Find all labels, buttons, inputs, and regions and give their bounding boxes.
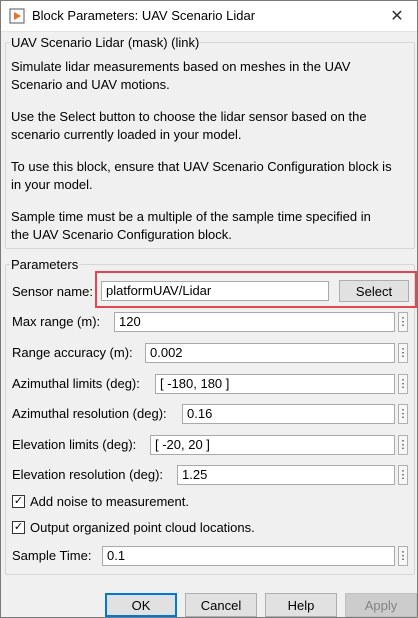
- elevation-resolution-field[interactable]: 1.25: [177, 465, 395, 485]
- sample-time-more-icon[interactable]: ⋮: [398, 546, 409, 566]
- azimuthal-limits-label: Azimuthal limits (deg):: [12, 376, 140, 391]
- ok-button[interactable]: OK: [105, 593, 177, 617]
- description-line-2: Scenario and UAV motions.: [11, 77, 170, 92]
- description-line-5: To use this block, ensure that UAV Scena…: [11, 159, 392, 174]
- title-bar[interactable]: Block Parameters: UAV Scenario Lidar ✕: [1, 1, 417, 32]
- elevation-limits-label: Elevation limits (deg):: [12, 437, 137, 452]
- range-accuracy-field[interactable]: 0.002: [145, 343, 395, 363]
- add-noise-label[interactable]: Add noise to measurement.: [30, 494, 189, 510]
- sensor-name-field[interactable]: platformUAV/Lidar: [101, 281, 329, 301]
- sample-time-label: Sample Time:: [12, 548, 92, 563]
- select-sensor-button[interactable]: Select: [339, 280, 409, 302]
- azimuthal-limits-more-icon[interactable]: ⋮: [398, 374, 409, 394]
- description-line-7: Sample time must be a multiple of the sa…: [11, 209, 371, 224]
- azimuthal-resolution-more-icon[interactable]: ⋮: [398, 404, 409, 424]
- simulink-block-icon: [9, 8, 25, 24]
- block-description-title: UAV Scenario Lidar (mask) (link): [10, 35, 201, 50]
- close-icon: ✕: [390, 8, 404, 25]
- apply-button[interactable]: Apply: [345, 593, 417, 617]
- sample-time-field[interactable]: 0.1: [102, 546, 395, 566]
- close-button[interactable]: ✕: [377, 1, 417, 31]
- description-line-1: Simulate lidar measurements based on mes…: [11, 59, 351, 74]
- organized-point-cloud-label[interactable]: Output organized point cloud locations.: [30, 520, 255, 536]
- elevation-limits-more-icon[interactable]: ⋮: [398, 435, 409, 455]
- range-accuracy-more-icon[interactable]: ⋮: [398, 343, 409, 363]
- organized-point-cloud-checkbox[interactable]: ✓: [12, 521, 25, 534]
- window-title: Block Parameters: UAV Scenario Lidar: [32, 8, 256, 23]
- cancel-button[interactable]: Cancel: [185, 593, 257, 617]
- block-parameters-dialog: Block Parameters: UAV Scenario Lidar ✕ U…: [0, 0, 418, 618]
- max-range-field[interactable]: 120: [114, 312, 395, 332]
- max-range-more-icon[interactable]: ⋮: [398, 312, 409, 332]
- description-line-4: scenario currently loaded in your model.: [11, 127, 242, 142]
- description-line-6: in your model.: [11, 177, 93, 192]
- sensor-name-label: Sensor name:: [12, 284, 93, 299]
- azimuthal-limits-field[interactable]: [ -180, 180 ]: [155, 374, 395, 394]
- azimuthal-resolution-field[interactable]: 0.16: [182, 404, 395, 424]
- max-range-label: Max range (m):: [12, 314, 101, 329]
- add-noise-checkbox[interactable]: ✓: [12, 495, 25, 508]
- elevation-limits-field[interactable]: [ -20, 20 ]: [150, 435, 395, 455]
- description-line-8: the UAV Scenario Configuration block.: [11, 227, 232, 242]
- azimuthal-resolution-label: Azimuthal resolution (deg):: [12, 406, 167, 421]
- parameters-title: Parameters: [10, 257, 80, 272]
- help-button[interactable]: Help: [265, 593, 337, 617]
- elevation-resolution-label: Elevation resolution (deg):: [12, 467, 164, 482]
- range-accuracy-label: Range accuracy (m):: [12, 345, 133, 360]
- description-line-3: Use the Select button to choose the lida…: [11, 109, 367, 124]
- elevation-resolution-more-icon[interactable]: ⋮: [398, 465, 409, 485]
